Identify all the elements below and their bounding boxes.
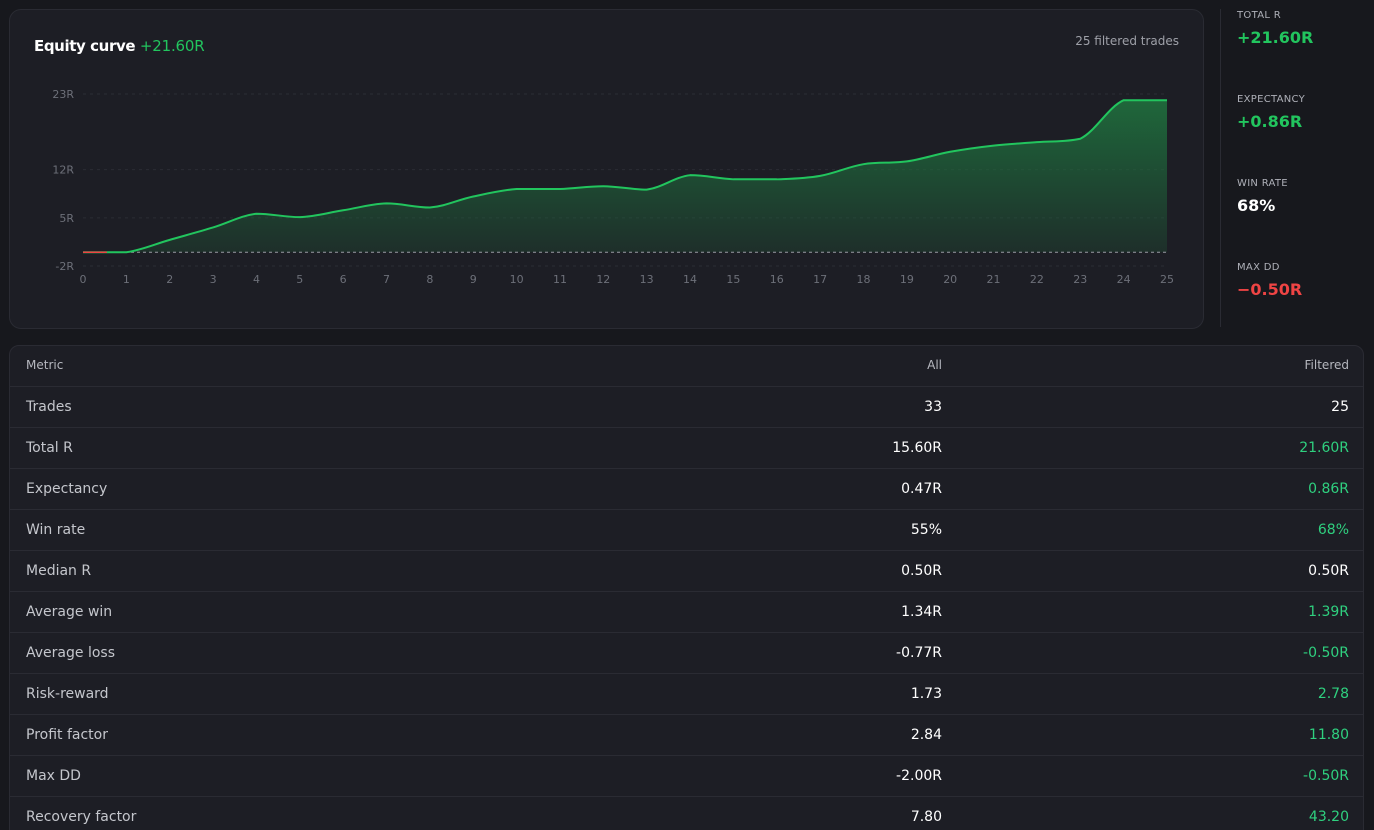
filtered-value-cell: 68%: [1317, 522, 1349, 538]
x-tick-label: 15: [726, 273, 740, 286]
x-tick-label: 20: [943, 273, 957, 286]
kpi-value: +0.86R: [1237, 112, 1303, 131]
table-row: Win rate 55% 68%: [10, 510, 1363, 551]
x-tick-label: 9: [470, 273, 477, 286]
table-row: Max DD -2.00R -0.50R: [10, 756, 1363, 797]
filtered-value-cell: -0.50R: [1303, 645, 1349, 661]
x-tick-label: 13: [640, 273, 654, 286]
x-tick-label: 1: [123, 273, 130, 286]
table-row: Average loss -0.77R -0.50R: [10, 633, 1363, 674]
table-header-row: Metric All Filtered: [10, 346, 1363, 387]
all-value-cell: 7.80: [910, 809, 942, 825]
filtered-value-cell: 21.60R: [1299, 440, 1349, 456]
equity-area-fill: [83, 100, 1167, 253]
x-tick-label: 12: [596, 273, 610, 286]
all-value-cell: 2.84: [910, 727, 942, 743]
table-row: Expectancy 0.47R 0.86R: [10, 469, 1363, 510]
metric-cell: Risk-reward: [26, 686, 109, 702]
x-tick-label: 8: [426, 273, 433, 286]
filtered-value-cell: 0.86R: [1308, 481, 1349, 497]
equity-curve-chart[interactable]: 23R12R5R-2R0 1 2 3 4 5 6 7 8 9 10 11 12 13 14 15 16 17 18 1…: [10, 10, 1205, 330]
kpi-label: EXPECTANCY: [1237, 94, 1306, 105]
x-tick-label: 19: [900, 273, 914, 286]
kpi-divider: [1220, 9, 1221, 327]
x-tick-label: 11: [553, 273, 567, 286]
all-value-cell: 0.47R: [901, 481, 942, 497]
kpi-value: +21.60R: [1237, 28, 1314, 47]
x-tick-label: 14: [683, 273, 697, 286]
x-tick-label: 25: [1160, 273, 1174, 286]
x-tick-label: 18: [856, 273, 870, 286]
all-value-cell: 55%: [910, 522, 942, 538]
metric-cell: Win rate: [26, 522, 86, 538]
table-row: Average win 1.34R 1.39R: [10, 592, 1363, 633]
all-value-cell: 1.73: [910, 686, 942, 702]
kpi-win-rate: WIN RATE 68%: [1237, 178, 1288, 215]
filtered-value-cell: 1.39R: [1308, 604, 1349, 620]
header-metric[interactable]: Metric: [26, 346, 63, 384]
filtered-value-cell: 2.78: [1317, 686, 1349, 702]
all-value-cell: -0.77R: [896, 645, 942, 661]
kpi-max-dd: MAX DD −0.50R: [1237, 262, 1302, 299]
x-tick-label: 24: [1117, 273, 1131, 286]
x-tick-label: 16: [770, 273, 784, 286]
x-tick-label: 10: [510, 273, 524, 286]
y-tick-label: 5R: [59, 212, 74, 225]
metric-cell: Average loss: [26, 645, 115, 661]
kpi-expectancy: EXPECTANCY +0.86R: [1237, 94, 1305, 131]
all-value-cell: 0.50R: [901, 563, 942, 579]
all-value-cell: 15.60R: [892, 440, 942, 456]
filtered-value-cell: -0.50R: [1303, 768, 1349, 784]
x-tick-label: 21: [987, 273, 1001, 286]
table-row: Median R 0.50R 0.50R: [10, 551, 1363, 592]
header-filtered[interactable]: Filtered: [1305, 346, 1349, 384]
kpi-label: WIN RATE: [1237, 178, 1288, 189]
header-all[interactable]: All: [927, 346, 942, 384]
x-tick-label: 23: [1073, 273, 1087, 286]
x-tick-label: 22: [1030, 273, 1044, 286]
x-tick-label: 5: [296, 273, 303, 286]
analytics-page: Equity curve +21.60R 25 filtered trades …: [0, 0, 1374, 830]
filtered-value-cell: 11.80: [1308, 727, 1349, 743]
filtered-value-cell: 43.20: [1308, 809, 1349, 825]
metric-cell: Expectancy: [26, 481, 108, 497]
x-tick-label: 0: [80, 273, 87, 286]
kpi-total-r: TOTAL R +21.60R: [1237, 10, 1313, 47]
metric-cell: Average win: [26, 604, 113, 620]
metric-cell: Trades: [26, 399, 72, 415]
kpi-value: −0.50R: [1237, 280, 1303, 299]
equity-curve-card: Equity curve +21.60R 25 filtered trades …: [9, 9, 1204, 329]
metric-cell: Max DD: [26, 768, 81, 784]
table-row: Total R 15.60R 21.60R: [10, 428, 1363, 469]
metric-cell: Profit factor: [26, 727, 108, 743]
kpi-value: 68%: [1237, 196, 1276, 215]
x-tick-label: 7: [383, 273, 390, 286]
x-tick-label: 2: [166, 273, 173, 286]
x-tick-label: 4: [253, 273, 260, 286]
table-row: Trades 33 25: [10, 387, 1363, 428]
filtered-value-cell: 25: [1331, 399, 1349, 415]
all-value-cell: 33: [924, 399, 942, 415]
filtered-value-cell: 0.50R: [1308, 563, 1349, 579]
metric-cell: Total R: [26, 440, 73, 456]
all-value-cell: 1.34R: [901, 604, 942, 620]
table-row: Risk-reward 1.73 2.78: [10, 674, 1363, 715]
y-tick-label: -2R: [55, 260, 74, 273]
x-tick-label: 17: [813, 273, 827, 286]
table-row: Profit factor 2.84 11.80: [10, 715, 1363, 756]
y-tick-label: 23R: [52, 88, 74, 101]
kpi-label: TOTAL R: [1237, 10, 1281, 21]
metric-cell: Median R: [26, 563, 92, 579]
metrics-table: Metric All Filtered Trades 33 25 Total R 15.…: [9, 345, 1364, 830]
x-tick-label: 6: [340, 273, 347, 286]
all-value-cell: -2.00R: [896, 768, 942, 784]
table-row: Recovery factor 7.80 43.20: [10, 797, 1363, 830]
kpi-label: MAX DD: [1237, 262, 1280, 273]
x-tick-label: 3: [210, 273, 217, 286]
y-tick-label: 12R: [52, 164, 74, 177]
metric-cell: Recovery factor: [26, 809, 137, 825]
